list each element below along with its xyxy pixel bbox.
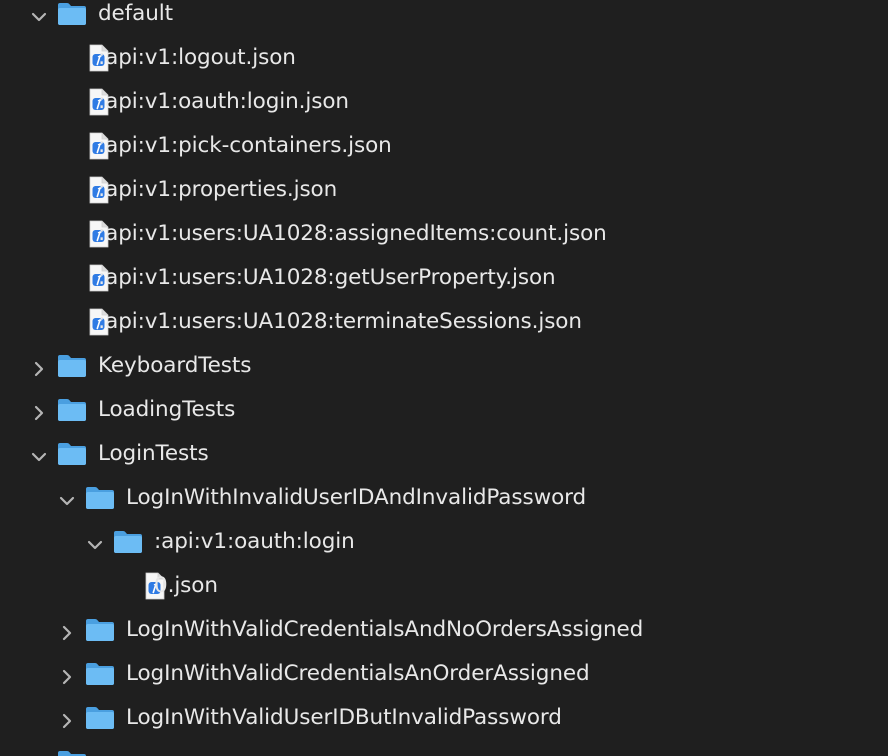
folder-icon	[84, 485, 116, 511]
folder-icon	[112, 529, 144, 555]
folder-icon	[56, 1, 88, 27]
tree-row-label: :api:v1:users:UA1028:getUserProperty.jso…	[98, 265, 556, 290]
tree-row-label: :api:v1:users:UA1028:assignedItems:count…	[98, 221, 607, 246]
tree-row-file[interactable]: :api:v1:properties.json	[0, 172, 888, 216]
folder-icon	[84, 661, 116, 687]
tree-row-folder[interactable]: LogInWithValidCredentialsAndNoOrdersAssi…	[0, 612, 888, 656]
chevron-right-icon[interactable]	[56, 666, 78, 688]
tree-row-label: 0.json	[154, 573, 218, 598]
tree-row-label: LogInWithValidCredentialsAndNoOrdersAssi…	[126, 617, 644, 642]
tree-row-label: LogInWithValidCredentialsAnOrderAssigned	[126, 661, 590, 686]
tree-row-label: default	[98, 1, 173, 26]
tree-row-label: :api:v1:oauth:login.json	[98, 89, 349, 114]
tree-row-label: :api:v1:logout.json	[98, 45, 296, 70]
tree-row-folder[interactable]: default	[0, 0, 888, 40]
file-tree: default :api:v1:logout.json :api:v1:oauth:…	[0, 0, 888, 756]
tree-row-label: LoginTests	[98, 441, 209, 466]
chevron-down-icon[interactable]	[28, 6, 50, 28]
tree-row-file[interactable]: :api:v1:users:UA1028:terminateSessions.j…	[0, 304, 888, 348]
chevron-right-icon[interactable]	[28, 358, 50, 380]
tree-row-label: LogInWithInvalidUserIDAndInvalidPassword	[126, 485, 587, 510]
tree-row-label: LoadingTests	[98, 397, 236, 422]
folder-icon	[84, 617, 116, 643]
tree-row-label: LogInWithValidUserIDButInvalidPassword	[126, 705, 562, 730]
tree-row-folder[interactable]: :api:v1:oauth:login	[0, 524, 888, 568]
tree-row-folder[interactable]: LoadingTests	[0, 392, 888, 436]
tree-row-folder[interactable]: LogInWithInvalidUserIDAndInvalidPassword	[0, 480, 888, 524]
folder-icon	[56, 353, 88, 379]
tree-row-file[interactable]: :api:v1:oauth:login.json	[0, 84, 888, 128]
tree-row-label: :api:v1:oauth:login	[154, 529, 355, 554]
tree-row-file[interactable]: 0.json	[0, 568, 888, 612]
tree-row-folder[interactable]: KeyboardTests	[0, 348, 888, 392]
tree-row-folder[interactable]	[0, 744, 888, 756]
tree-row-file[interactable]: :api:v1:users:UA1028:assignedItems:count…	[0, 216, 888, 260]
tree-row-folder[interactable]: LogInWithValidUserIDButInvalidPassword	[0, 700, 888, 744]
chevron-right-icon[interactable]	[56, 710, 78, 732]
chevron-down-icon[interactable]	[56, 490, 78, 512]
tree-row-label: :api:v1:users:UA1028:terminateSessions.j…	[98, 309, 582, 334]
chevron-right-icon[interactable]	[56, 622, 78, 644]
tree-row-folder[interactable]: LogInWithValidCredentialsAnOrderAssigned	[0, 656, 888, 700]
folder-icon	[56, 749, 88, 756]
chevron-down-icon[interactable]	[28, 446, 50, 468]
chevron-down-icon[interactable]	[84, 534, 106, 556]
chevron-right-icon[interactable]	[28, 402, 50, 424]
tree-row-file[interactable]: :api:v1:pick-containers.json	[0, 128, 888, 172]
tree-row-file[interactable]: :api:v1:users:UA1028:getUserProperty.jso…	[0, 260, 888, 304]
folder-icon	[56, 441, 88, 467]
tree-row-label: :api:v1:pick-containers.json	[98, 133, 392, 158]
tree-row-file[interactable]: :api:v1:logout.json	[0, 40, 888, 84]
folder-icon	[56, 397, 88, 423]
tree-row-folder[interactable]: LoginTests	[0, 436, 888, 480]
folder-icon	[84, 705, 116, 731]
tree-row-label: :api:v1:properties.json	[98, 177, 338, 202]
tree-row-label: KeyboardTests	[98, 353, 252, 378]
